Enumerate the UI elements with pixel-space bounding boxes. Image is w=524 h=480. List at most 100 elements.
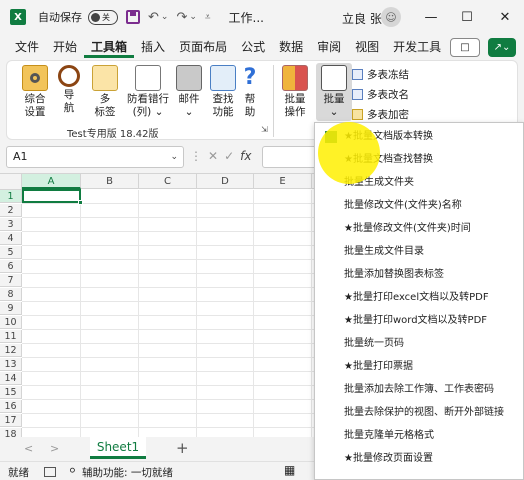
navigation-button[interactable]: 导 航 [51, 65, 87, 115]
column-header[interactable]: C [139, 174, 197, 189]
gridline [138, 190, 139, 438]
column-header[interactable]: D [197, 174, 254, 189]
menu-item[interactable]: 批量生成文件目录 [315, 240, 523, 264]
button-label: 导 [63, 89, 75, 101]
menu-item[interactable]: ★批量修改页面设置 [315, 447, 523, 471]
normal-view-icon[interactable]: ▦ [284, 463, 295, 477]
row-header[interactable]: 17 [0, 414, 22, 427]
row-header[interactable]: 15 [0, 386, 22, 399]
close-button[interactable]: ✕ [494, 6, 516, 28]
menu-item[interactable]: 批量去除保护的视图、断开外部链接 [315, 401, 523, 425]
tab-page-layout[interactable]: 页面布局 [172, 36, 234, 58]
cancel-icon[interactable]: ✕ [208, 149, 224, 163]
tab-formulas[interactable]: 公式 [234, 36, 272, 58]
column-header[interactable]: E [254, 174, 312, 189]
menu-item[interactable]: 批量克隆单元格格式 [315, 424, 523, 448]
tab-developer[interactable]: 开发工具 [386, 36, 448, 58]
excel-logo-icon: X [10, 9, 26, 25]
row-header[interactable]: 11 [0, 330, 22, 343]
row-header[interactable]: 14 [0, 372, 22, 385]
row-header[interactable]: 8 [0, 288, 22, 301]
button-label: 功能 [212, 106, 234, 118]
undo-icon[interactable]: ↶ [148, 10, 159, 25]
question-mark-icon: ? [243, 65, 257, 90]
multi-tab-button[interactable]: 多 标签 [87, 65, 123, 119]
row-header[interactable]: 1 [0, 190, 22, 203]
find-function-button[interactable]: 查找 功能 [205, 65, 241, 119]
name-box[interactable]: A1 ⌄ [6, 146, 184, 168]
maximize-button[interactable]: ☐ [456, 6, 478, 28]
autosave-toggle[interactable]: 关 [88, 9, 118, 25]
add-sheet-button[interactable]: + [176, 439, 189, 457]
menu-item[interactable]: ★批量打印word文档以及转PDF [315, 309, 523, 333]
menu-item[interactable]: ★批量修改文件(文件夹)时间 [315, 217, 523, 241]
tab-home[interactable]: 开始 [46, 36, 84, 58]
row-header[interactable]: 16 [0, 400, 22, 413]
help-button[interactable]: ? 帮 助 [237, 65, 263, 119]
macro-record-icon[interactable] [44, 467, 56, 477]
share-button[interactable]: ↗⌄ [488, 38, 516, 57]
multi-sheet-rename-button[interactable]: 多表改名 [352, 87, 409, 102]
undo-dropdown-icon[interactable]: ⌄ [161, 12, 169, 22]
document-title[interactable]: 工作... [229, 9, 264, 26]
menu-item[interactable]: 批量修改文件(文件夹)名称 [315, 194, 523, 218]
button-label: 综合 [24, 93, 46, 105]
batch-dropdown-button[interactable]: 批量 ⌄ [316, 65, 352, 119]
accessibility-status[interactable]: 辅助功能: 一切就绪 [82, 465, 173, 480]
row-header[interactable]: 2 [0, 204, 22, 217]
column-header[interactable]: B [81, 174, 139, 189]
menu-item[interactable]: 批量统一页码 [315, 332, 523, 356]
button-label: 邮件 [178, 93, 200, 105]
select-all-corner[interactable] [0, 174, 22, 190]
multi-sheet-freeze-button[interactable]: 多表冻结 [352, 67, 409, 82]
row-header[interactable]: 9 [0, 302, 22, 315]
sheet-next-icon[interactable]: > [50, 442, 59, 455]
redo-dropdown-icon[interactable]: ⌄ [189, 12, 197, 22]
tab-data[interactable]: 数据 [272, 36, 310, 58]
row-header[interactable]: 6 [0, 260, 22, 273]
row-highlight-button[interactable]: 防看错行 (列) ⌄ [125, 65, 171, 119]
menu-item[interactable]: 批量添加去除工作簿、工作表密码 [315, 378, 523, 402]
row-header[interactable]: 4 [0, 232, 22, 245]
row-header[interactable]: 7 [0, 274, 22, 287]
fill-handle[interactable] [78, 200, 83, 205]
button-label: 多 [99, 93, 111, 105]
save-icon[interactable] [126, 10, 140, 24]
accessibility-icon[interactable]: ⚪ [68, 465, 77, 477]
selected-cell-a1[interactable] [22, 189, 81, 203]
tab-review[interactable]: 审阅 [310, 36, 348, 58]
formula-input[interactable] [262, 146, 322, 168]
comprehensive-settings-button[interactable]: 综合 设置 [17, 65, 53, 119]
row-header[interactable]: 5 [0, 246, 22, 259]
tab-view[interactable]: 视图 [348, 36, 386, 58]
find-chart-icon [210, 65, 236, 91]
autosave-label: 自动保存 [38, 11, 82, 24]
comments-button[interactable]: □ [450, 38, 480, 57]
button-label: 批量 [284, 93, 306, 105]
row-header[interactable]: 10 [0, 316, 22, 329]
sheet-prev-icon[interactable]: < [24, 442, 33, 455]
multi-sheet-encrypt-button[interactable]: 多表加密 [352, 107, 409, 122]
mail-button[interactable]: 邮件 ⌄ [171, 65, 207, 119]
dialog-launcher-icon[interactable]: ⇲ [261, 125, 268, 134]
chevron-down-icon[interactable]: ⌄ [170, 147, 178, 167]
customize-toolbar-icon[interactable]: ⩡ [205, 12, 211, 23]
row-header[interactable]: 12 [0, 344, 22, 357]
insert-function-icon[interactable]: fx [240, 149, 251, 163]
menu-item[interactable]: ★批量打印excel文档以及转PDF [315, 286, 523, 310]
row-header[interactable]: 3 [0, 218, 22, 231]
confirm-icon[interactable]: ✓ [224, 149, 240, 163]
sheet-tab-sheet1[interactable]: Sheet1 [90, 437, 146, 459]
menu-item[interactable]: ★批量打印票据 [315, 355, 523, 379]
minimize-button[interactable]: — [420, 6, 442, 28]
batch-operation-button[interactable]: 批量 操作 [277, 65, 313, 119]
redo-icon[interactable]: ↷ [176, 10, 187, 25]
user-name[interactable]: 立良 张 [342, 10, 382, 27]
avatar[interactable]: ☺ [381, 7, 401, 27]
menu-item[interactable]: 批量添加替换图表标签 [315, 263, 523, 287]
tab-file[interactable]: 文件 [8, 36, 46, 58]
column-header[interactable]: A [22, 174, 81, 189]
tab-toolbox[interactable]: 工具箱 [84, 36, 135, 58]
tab-insert[interactable]: 插入 [134, 36, 172, 58]
row-header[interactable]: 13 [0, 358, 22, 371]
